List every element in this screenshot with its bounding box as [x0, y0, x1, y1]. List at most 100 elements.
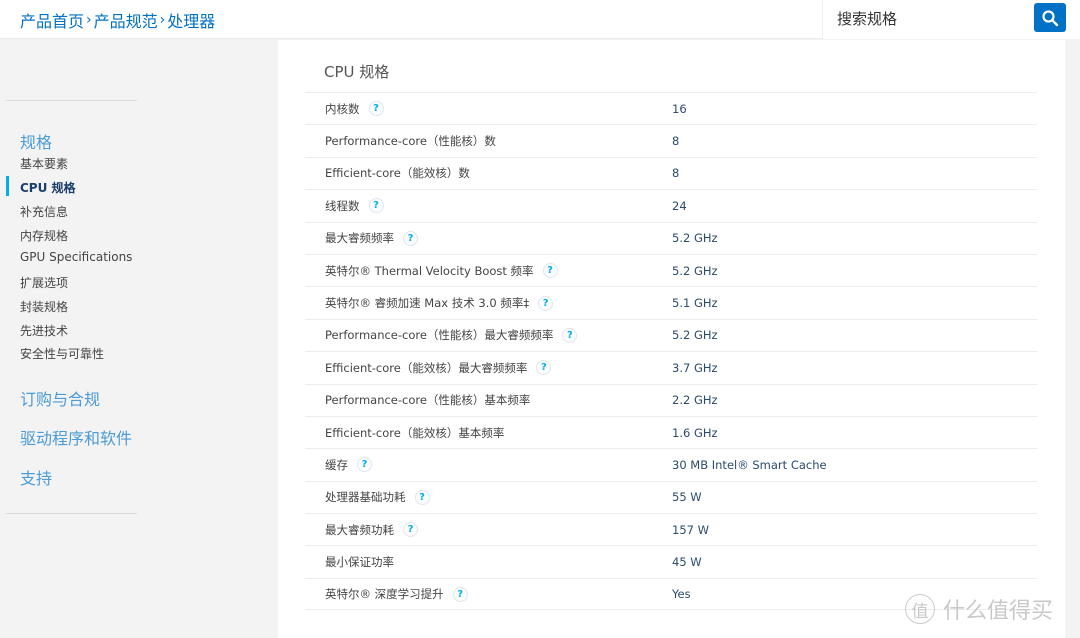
breadcrumb-separator: ›: [159, 12, 166, 28]
help-icon[interactable]: ?: [403, 230, 418, 246]
spec-label: 最大睿频频率?: [325, 230, 418, 246]
spec-row: Performance-core（性能核）基本频率 2.2 GHz: [305, 383, 1037, 416]
spec-panel: CPU 规格 内核数? 16 Performance-core（性能核）数 8 Effi…: [278, 40, 1065, 638]
help-icon[interactable]: ?: [536, 360, 552, 376]
spec-label: 缓存?: [325, 457, 372, 473]
spec-value: 1.6 GHz: [672, 425, 718, 440]
sidebar-section-support[interactable]: 支持: [20, 465, 52, 489]
active-indicator: [6, 176, 9, 196]
sidebar-item-package-specs[interactable]: 封装规格: [20, 298, 68, 315]
spec-label: Efficient-core（能效核）数: [325, 165, 470, 181]
search-button[interactable]: [1034, 3, 1066, 32]
sidebar-item-advanced-tech[interactable]: 先进技术: [20, 322, 68, 339]
spec-label-text: 线程数: [325, 198, 360, 213]
spec-value: 157 W: [672, 522, 709, 537]
sidebar-section-specs[interactable]: 规格: [20, 129, 52, 153]
spec-label-text: 内核数: [325, 101, 360, 116]
spec-label: 处理器基础功耗?: [325, 489, 430, 505]
breadcrumb-product-specs[interactable]: 产品规范: [94, 8, 158, 32]
help-icon[interactable]: ?: [452, 586, 468, 602]
spec-value: 5.2 GHz: [672, 231, 718, 246]
breadcrumb-separator: ›: [86, 12, 92, 28]
spec-label-text: Performance-core（性能核）最大睿频频率: [325, 328, 554, 343]
spec-label: 英特尔® Thermal Velocity Boost 频率?: [325, 263, 558, 279]
spec-value: 8: [672, 166, 680, 181]
spec-row: Efficient-core（能效核）基本频率 1.6 GHz: [305, 415, 1037, 448]
sidebar-item-expansion-options[interactable]: 扩展选项: [20, 274, 68, 291]
spec-label-text: Efficient-core（能效核）数: [325, 166, 470, 181]
spec-value: 55 W: [672, 490, 702, 505]
sidebar-section-ordering[interactable]: 订购与合规: [20, 386, 100, 410]
spec-row: 内核数? 16: [305, 92, 1037, 124]
spec-row: Efficient-core（能效核）数 8: [305, 156, 1037, 189]
spec-label: 线程数?: [325, 198, 384, 214]
help-icon[interactable]: ?: [414, 489, 430, 505]
spec-row: 处理器基础功耗? 55 W: [305, 480, 1037, 513]
spec-value: 5.2 GHz: [672, 328, 718, 343]
spec-value: 24: [672, 198, 687, 213]
spec-label-text: 最大睿频功耗: [325, 522, 394, 537]
breadcrumb-processors[interactable]: 处理器: [167, 8, 215, 32]
sidebar-item-memory-specs[interactable]: 内存规格: [20, 227, 68, 244]
spec-value: 16: [672, 101, 687, 116]
spec-label-text: Performance-core（性能核）基本频率: [325, 393, 531, 408]
spec-label-text: Performance-core（性能核）数: [325, 134, 496, 149]
help-icon[interactable]: ?: [357, 457, 372, 473]
watermark-logo-icon: 值: [905, 594, 935, 624]
sidebar-item-essentials[interactable]: 基本要素: [20, 155, 68, 172]
spec-row: 最大睿频功耗? 157 W: [305, 513, 1037, 545]
spec-label: 英特尔® 深度学习提升?: [325, 586, 468, 602]
help-icon[interactable]: ?: [403, 522, 418, 538]
spec-label: Performance-core（性能核）数: [325, 133, 496, 149]
spec-label: Performance-core（性能核）最大睿频频率?: [325, 327, 578, 343]
breadcrumb: 产品首页 › 产品规范 › 处理器: [20, 8, 215, 32]
spec-label-text: Efficient-core（能效核）基本频率: [325, 425, 505, 440]
top-header: 产品首页 › 产品规范 › 处理器: [0, 0, 1080, 39]
spec-row: 英特尔® Thermal Velocity Boost 频率? 5.2 GHz: [305, 253, 1037, 286]
sidebar-divider-bottom: [6, 513, 137, 514]
search-icon: [1042, 9, 1059, 26]
spec-row: 最大睿频频率? 5.2 GHz: [305, 221, 1037, 254]
watermark: 值 什么值得买: [905, 593, 1053, 625]
spec-label-text: 英特尔® 睿频加速 Max 技术 3.0 频率‡: [325, 296, 530, 311]
spec-value: 5.2 GHz: [672, 263, 718, 278]
sidebar-item-supplemental-info[interactable]: 补充信息: [20, 203, 68, 220]
spec-label-text: 缓存: [325, 457, 348, 472]
spec-label: 内核数?: [325, 101, 384, 117]
help-icon[interactable]: ?: [562, 327, 578, 343]
spec-label: Efficient-core（能效核）基本频率: [325, 425, 504, 441]
sidebar-item-cpu-specs[interactable]: CPU 规格: [20, 179, 76, 196]
sidebar-item-gpu-specs[interactable]: GPU Specifications: [20, 250, 132, 264]
spec-value: 30 MB Intel® Smart Cache: [672, 457, 827, 472]
spec-label-text: 最小保证功率: [325, 555, 394, 570]
help-icon[interactable]: ?: [538, 295, 554, 311]
sidebar-section-drivers[interactable]: 驱动程序和软件: [20, 425, 132, 449]
breadcrumb-home[interactable]: 产品首页: [20, 8, 84, 32]
spec-table: 内核数? 16 Performance-core（性能核）数 8 Efficient-c…: [305, 92, 1037, 611]
spec-label-text: 英特尔® Thermal Velocity Boost 频率: [325, 263, 534, 278]
spec-row: 线程数? 24: [305, 189, 1037, 221]
spec-label: Performance-core（性能核）基本频率: [325, 392, 530, 408]
spec-value: 45 W: [672, 555, 702, 570]
spec-value: Yes: [672, 587, 691, 602]
spec-label-text: 英特尔® 深度学习提升: [325, 587, 444, 602]
right-margin: [1065, 40, 1080, 638]
spec-label-text: Efficient-core（能效核）最大睿频频率: [325, 360, 528, 375]
spec-row: 英特尔® 睿频加速 Max 技术 3.0 频率‡? 5.1 GHz: [305, 286, 1037, 318]
spec-label-text: 处理器基础功耗: [325, 490, 406, 505]
sidebar: 规格 基本要素 CPU 规格 补充信息 内存规格 GPU Specificati…: [0, 40, 278, 638]
sidebar-item-security-reliability[interactable]: 安全性与可靠性: [20, 345, 104, 362]
help-icon[interactable]: ?: [368, 198, 384, 214]
search-input[interactable]: [837, 7, 1017, 31]
sidebar-divider-top: [6, 100, 137, 101]
spec-label: 最大睿频功耗?: [325, 522, 418, 538]
spec-value: 5.1 GHz: [672, 296, 718, 311]
spec-label: Efficient-core（能效核）最大睿频频率?: [325, 360, 552, 376]
spec-row: 最小保证功率 45 W: [305, 545, 1037, 577]
spec-row: Performance-core（性能核）数 8: [305, 124, 1037, 156]
spec-label: 英特尔® 睿频加速 Max 技术 3.0 频率‡?: [325, 295, 554, 311]
search-box: [822, 0, 1080, 39]
help-icon[interactable]: ?: [542, 263, 558, 279]
help-icon[interactable]: ?: [368, 101, 384, 117]
spec-label-text: 最大睿频频率: [325, 231, 394, 246]
